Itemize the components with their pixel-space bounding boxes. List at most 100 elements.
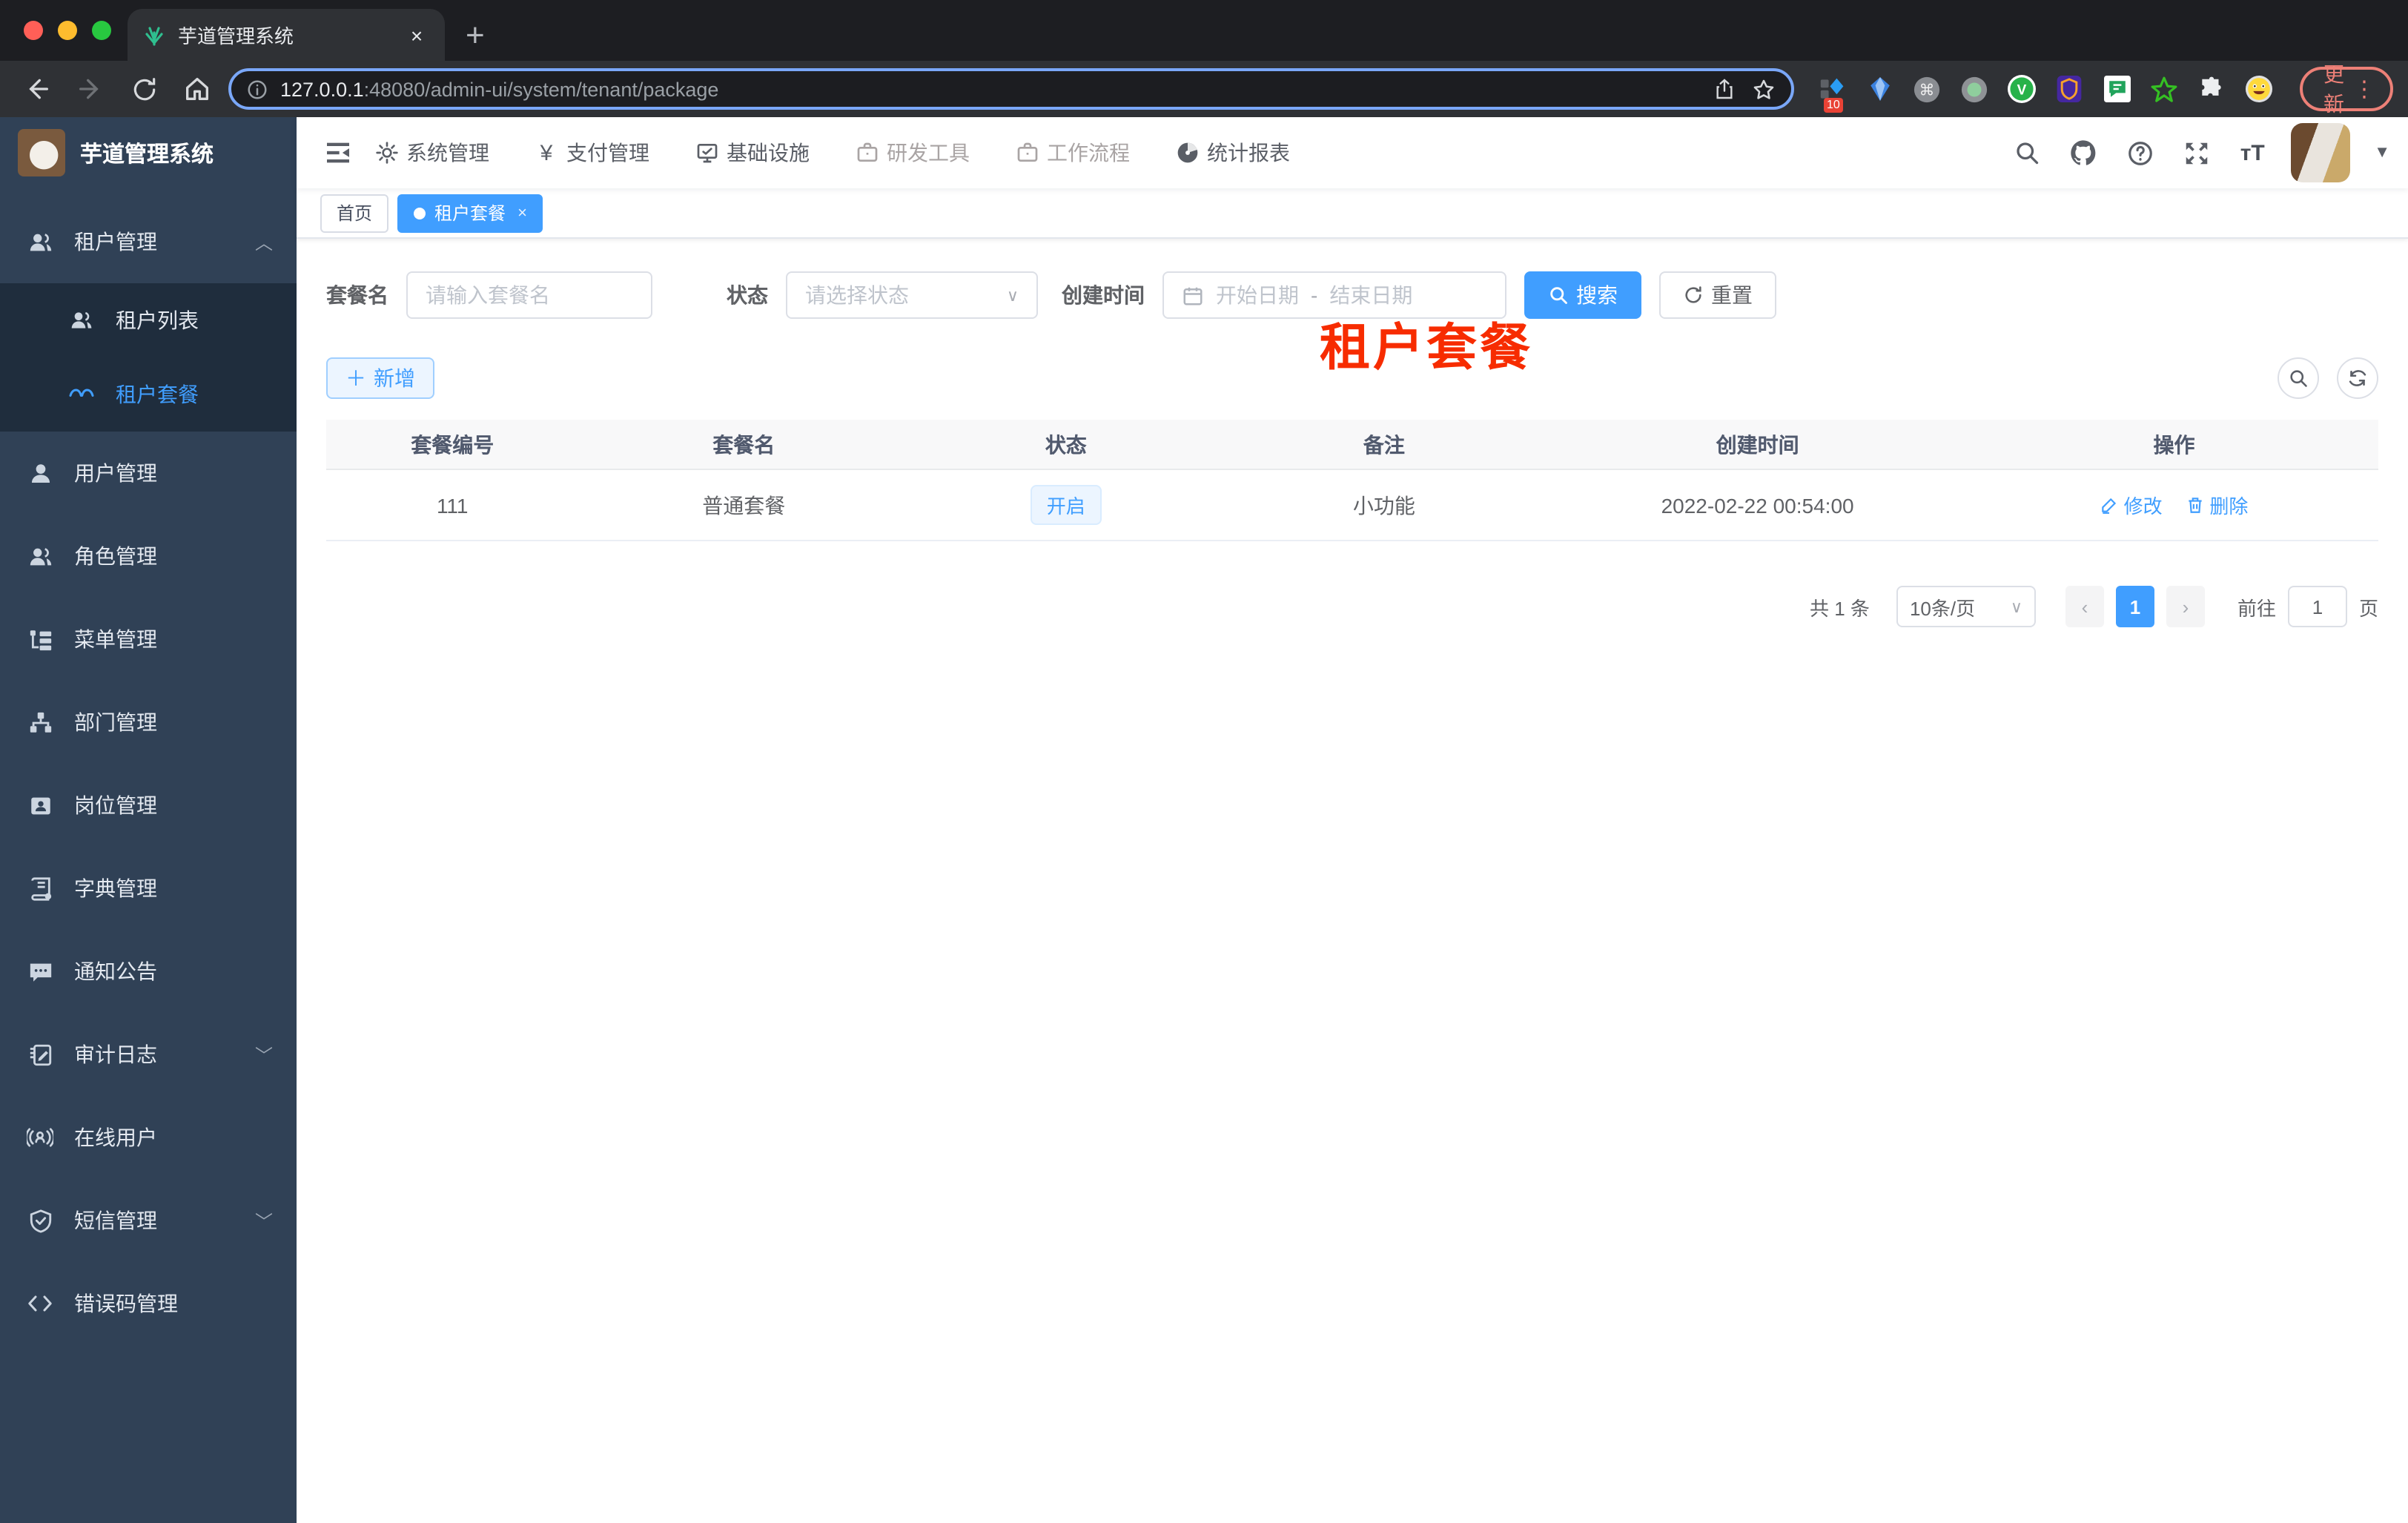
start-date-placeholder: 开始日期 [1216,283,1299,307]
toolbox-icon [1014,140,1039,165]
minimize-window-button[interactable] [58,21,77,40]
new-tab-button[interactable]: + [466,19,485,52]
toggle-search-icon[interactable] [2278,357,2319,399]
status-select[interactable]: 请选择状态 ∨ [786,271,1038,319]
extension-diamond-icon[interactable]: 10 [1818,75,1846,112]
page-size-value: 10条/页 [1909,597,1976,619]
nav-item-label: 支付管理 [566,141,649,165]
sidebar-item-tenant-package[interactable]: 租户套餐 [0,357,297,432]
extension-shield-icon[interactable] [2055,75,2083,103]
page-number-active[interactable]: 1 [2115,586,2154,627]
svg-text:⌘: ⌘ [1919,82,1935,99]
help-icon[interactable] [2122,135,2157,171]
sidebar-item-audit-log[interactable]: 审计日志 ﹀ [0,1013,297,1096]
refresh-icon[interactable] [2337,357,2378,399]
nav-item-workflow[interactable]: 工作流程 [1014,138,1130,168]
extension-v-green-icon[interactable]: V [2008,75,2036,103]
content: 套餐名 请输入套餐名 状态 请选择状态 ∨ 创建时间 开始日期 - 结束日期 搜… [297,239,2408,1523]
extension-gem-icon[interactable] [1865,75,1893,103]
next-page-button[interactable]: › [2166,586,2205,627]
app-header: 系统管理 ¥ 支付管理 基础设施 研发工具 工作流程 统计报表 тT ▼ [297,117,2408,188]
sidebar-item-label: 租户套餐 [116,383,199,406]
filter-status-label: 状态 [727,283,768,307]
avatar[interactable] [2291,123,2351,182]
nav-item-label: 研发工具 [887,141,970,165]
nav-item-infra[interactable]: 基础设施 [694,138,810,168]
nav-item-label: 统计报表 [1207,141,1290,165]
tab-close-icon[interactable]: × [403,22,430,48]
package-name-input[interactable]: 请输入套餐名 [406,271,652,319]
message-icon [27,958,53,985]
search-icon[interactable] [2009,135,2045,171]
sidebar-item-label: 审计日志 [74,1043,157,1066]
sidebar-item-tenant-management[interactable]: 租户管理 ︿ [0,200,297,283]
prev-page-button[interactable]: ‹ [2065,586,2104,627]
sidebar-item-label: 通知公告 [74,959,157,983]
browser-tab[interactable]: 芋道管理系统 × [128,9,445,61]
sidebar-item-role-management[interactable]: 角色管理 [0,515,297,598]
extension-chat-icon[interactable] [2103,75,2131,103]
sidebar-item-tenant-list[interactable]: 租户列表 [0,283,297,357]
avatar-caret-down-icon[interactable]: ▼ [2374,144,2390,162]
nav-item-label: 工作流程 [1047,141,1130,165]
app-logo [18,129,65,176]
goto-suffix: 页 [2358,597,2378,619]
extensions-puzzle-icon[interactable] [2197,75,2226,103]
back-icon[interactable] [15,67,59,111]
edit-link-label: 修改 [2123,495,2163,518]
table-header-row: 套餐编号 套餐名 状态 备注 创建时间 操作 [326,420,2378,470]
edit-link[interactable]: 修改 [2100,491,2163,519]
sidebar-item-user-management[interactable]: 用户管理 [0,432,297,515]
zoom-window-button[interactable] [92,21,111,40]
delete-link[interactable]: 删除 [2186,491,2248,519]
add-button[interactable]: ＋ 新增 [326,357,434,399]
tag-close-icon[interactable]: × [517,204,527,222]
browser-menu-kebab-icon[interactable]: ⋮ [2353,78,2375,100]
reset-button[interactable]: 重置 [1659,271,1776,319]
site-info-icon[interactable] [246,78,268,100]
sidebar-item-post-management[interactable]: 岗位管理 [0,764,297,847]
fullscreen-icon[interactable] [2178,135,2214,171]
extension-star-icon[interactable] [2150,75,2178,103]
tag-tenant-package[interactable]: 租户套餐 × [397,194,543,232]
reload-icon[interactable] [122,67,166,111]
goto-page-input[interactable] [2287,586,2347,627]
extension-command-icon[interactable]: ⌘ [1913,75,1941,103]
sidebar-item-dept-management[interactable]: 部门管理 [0,681,297,764]
sidebar-item-label: 岗位管理 [74,793,157,817]
close-window-button[interactable] [24,21,43,40]
bookmark-star-icon[interactable] [1751,76,1776,102]
url-domain: 127.0.0.1 [280,78,364,100]
extension-emoji-icon[interactable] [2245,75,2273,103]
url-bar[interactable]: 127.0.0.1:48080/admin-ui/system/tenant/p… [228,68,1794,110]
book-icon [27,875,53,902]
table-header: 状态 [1045,432,1087,456]
search-button[interactable]: 搜索 [1524,271,1641,319]
sidebar-item-error-code[interactable]: 错误码管理 [0,1262,297,1345]
sidebar-item-sms-management[interactable]: 短信管理 ﹀ [0,1179,297,1262]
browser-update-button[interactable]: 更新 ⋮ [2300,62,2393,116]
glasses-icon [68,381,95,408]
sidebar-menu: 租户管理 ︿ 租户列表 租户套餐 用户管理 角色管理 菜单管理 部门管理 岗位管… [0,188,297,1345]
font-size-icon[interactable]: тT [2235,135,2270,171]
home-icon[interactable] [175,67,219,111]
date-separator: - [1311,283,1318,307]
table-row: 111 普通套餐 开启 小功能 2022-02-22 00:54:00 修改 删… [326,470,2378,541]
sidebar-fold-icon[interactable] [323,138,353,168]
page-size-select[interactable]: 10条/页 ∨ [1896,586,2036,627]
extension-gray-circle-icon[interactable] [1960,75,1988,103]
nav-item-report[interactable]: 统计报表 [1174,138,1290,168]
github-icon[interactable] [2065,135,2101,171]
sidebar-item-dict-management[interactable]: 字典管理 [0,847,297,930]
nav-item-devtools[interactable]: 研发工具 [854,138,970,168]
app-logo-row[interactable]: 芋道管理系统 [0,117,297,188]
nav-item-system[interactable]: 系统管理 [374,138,489,168]
sidebar-item-notice[interactable]: 通知公告 [0,930,297,1013]
sidebar-item-menu-management[interactable]: 菜单管理 [0,598,297,681]
share-icon[interactable] [1713,76,1736,102]
tag-home[interactable]: 首页 [320,194,389,232]
nav-item-payment[interactable]: ¥ 支付管理 [534,138,649,168]
url-text[interactable]: 127.0.0.1:48080/admin-ui/system/tenant/p… [280,78,1701,100]
sidebar-item-online-users[interactable]: 在线用户 [0,1096,297,1179]
active-dot [414,207,426,219]
